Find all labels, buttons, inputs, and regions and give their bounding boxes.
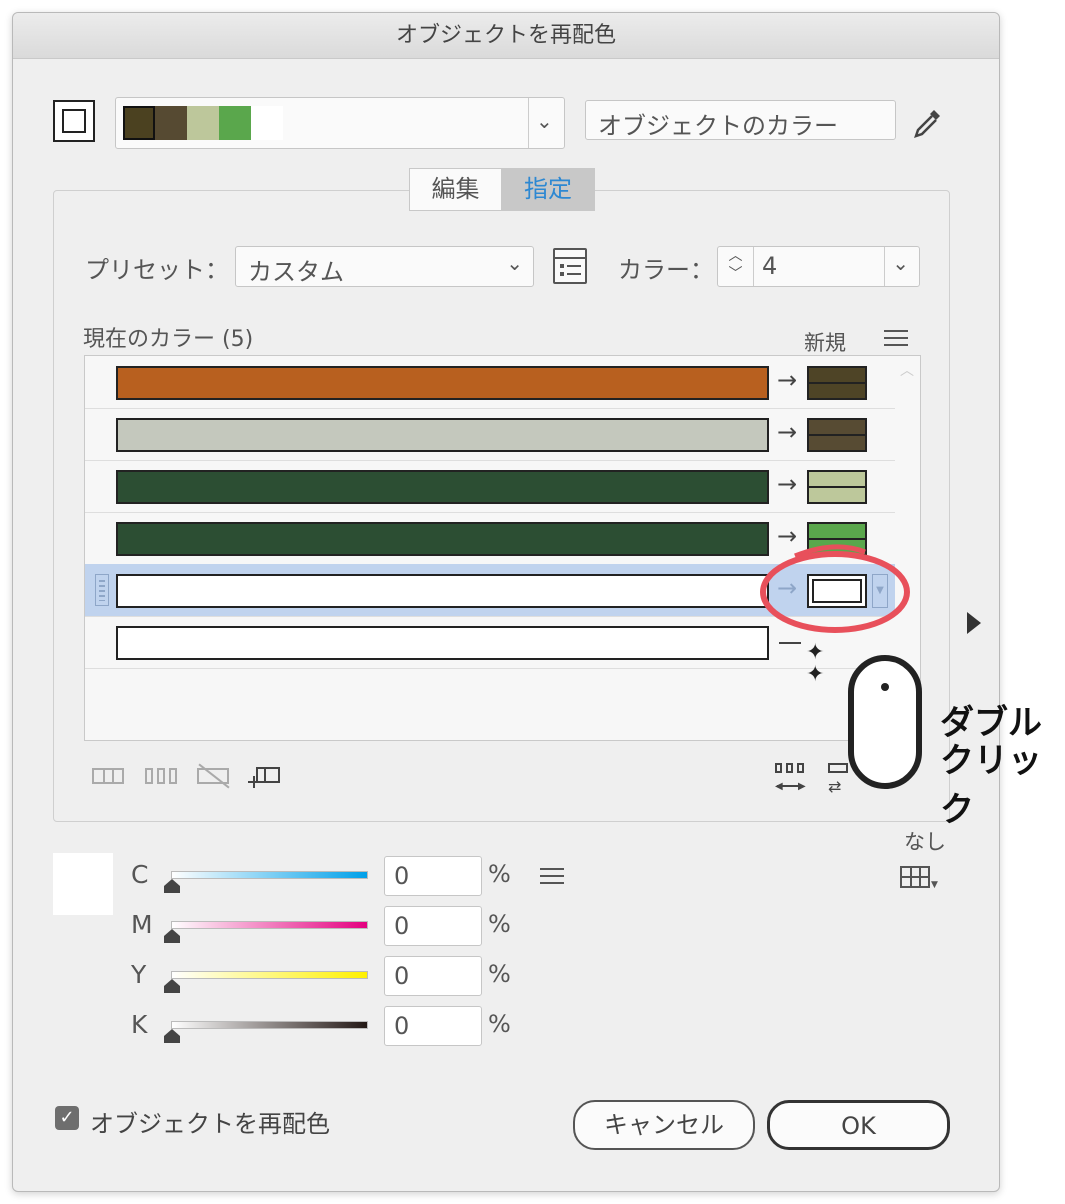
expand-panel-icon[interactable] [967, 612, 981, 634]
annotation-line2: クリック [940, 741, 1042, 830]
group-swatch[interactable] [219, 106, 251, 140]
new-color-swatch[interactable] [807, 366, 867, 400]
menu-icon[interactable] [884, 330, 908, 348]
color-reduction-options-icon[interactable] [553, 248, 587, 284]
group-swatch[interactable] [123, 106, 155, 140]
cmyk-unit: % [488, 1010, 511, 1038]
color-group-swatches [123, 106, 283, 140]
current-color-swatch[interactable] [116, 574, 769, 608]
randomly-change-order-icon[interactable]: ◀ ▶ [773, 763, 809, 795]
chevron-down-icon: ⌄ [506, 251, 523, 275]
slider-menu-icon[interactable] [540, 868, 564, 886]
randomly-change-saturation-icon[interactable]: ⇄ [826, 763, 850, 795]
window-title: オブジェクトを再配色 [13, 13, 999, 59]
arrow-right-icon[interactable]: → [777, 366, 797, 394]
source-field-value: オブジェクトのカラー [598, 112, 838, 140]
color-count-label: カラー： [618, 256, 714, 284]
tab-bar: 編集 指定 [409, 168, 595, 211]
cmyk-slider-track[interactable] [171, 871, 368, 879]
color-count-field[interactable]: ︿ ﹀ 4 ⌄ [717, 246, 920, 287]
cmyk-label: Y [131, 960, 147, 989]
no-assignment-dash-icon [779, 642, 801, 644]
tab-assign[interactable]: 指定 [502, 169, 594, 210]
color-count-value: 4 [762, 252, 778, 280]
new-color-swatch[interactable] [807, 470, 867, 504]
chevron-down-icon: ⌄ [892, 251, 909, 275]
color-count-stepper[interactable]: ︿ ﹀ [718, 247, 754, 286]
annotation-circle [760, 544, 910, 633]
color-group-indicator[interactable] [53, 100, 95, 142]
group-swatch[interactable] [251, 106, 283, 140]
arrow-right-icon[interactable]: → [777, 418, 797, 446]
none-label: なし [904, 830, 946, 854]
cmyk-label: M [131, 910, 153, 939]
exclude-colors-icon[interactable] [197, 762, 231, 790]
cmyk-unit: % [488, 860, 511, 888]
separate-colors-icon[interactable] [145, 765, 179, 787]
preset-dropdown[interactable]: カスタム ⌄ [235, 246, 534, 287]
arrow-right-icon[interactable]: → [777, 470, 797, 498]
eyedropper-icon[interactable] [910, 106, 944, 140]
cmyk-value-field[interactable]: 0 [384, 1006, 482, 1046]
mouse-icon [848, 655, 922, 789]
click-sparkle-icon: ✦ ✦ [806, 640, 825, 687]
cmyk-value: 0 [394, 962, 410, 990]
color-mode-grid-icon[interactable]: ▼ [900, 866, 940, 892]
current-color-swatch[interactable] [116, 522, 769, 556]
cmyk-slider-track[interactable] [171, 921, 368, 929]
cmyk-label: K [131, 1010, 148, 1039]
drag-handle-icon[interactable] [95, 574, 109, 606]
merge-colors-icon[interactable] [92, 765, 126, 787]
group-swatch[interactable] [155, 106, 187, 140]
cancel-button[interactable]: キャンセル [573, 1100, 755, 1150]
color-row[interactable]: → [85, 356, 895, 408]
group-swatch[interactable] [187, 106, 219, 140]
new-row-icon[interactable] [248, 763, 282, 791]
preset-label: プリセット： [85, 256, 229, 284]
cmyk-label: C [131, 860, 149, 889]
cmyk-value: 0 [394, 912, 410, 940]
cmyk-value-field[interactable]: 0 [384, 956, 482, 996]
current-color-swatch[interactable] [116, 470, 769, 504]
color-group-dropdown[interactable]: ⌄ [115, 97, 565, 149]
cmyk-value: 0 [394, 862, 410, 890]
recolor-checkbox[interactable]: ✓ [55, 1106, 79, 1130]
preset-value: カスタム [248, 258, 344, 286]
current-color-swatch[interactable] [116, 366, 769, 400]
cmyk-value: 0 [394, 1012, 410, 1040]
current-color-swatch[interactable] [116, 418, 769, 452]
color-row[interactable]: → [85, 408, 895, 460]
cmyk-unit: % [488, 960, 511, 988]
source-field[interactable]: オブジェクトのカラー [585, 100, 896, 140]
ok-button[interactable]: OK [767, 1100, 950, 1150]
cmyk-unit: % [488, 910, 511, 938]
cmyk-slider-track[interactable] [171, 971, 368, 979]
new-label: 新規 [804, 331, 846, 355]
cmyk-slider-track[interactable] [171, 1021, 368, 1029]
scroll-up-icon[interactable]: ︿ [900, 360, 914, 380]
current-color-swatch[interactable] [116, 626, 769, 660]
color-row[interactable]: → [85, 460, 895, 512]
color-preview [53, 853, 113, 915]
chevron-down-icon: ⌄ [536, 109, 553, 133]
cmyk-value-field[interactable]: 0 [384, 906, 482, 946]
tab-edit[interactable]: 編集 [410, 169, 502, 210]
cmyk-value-field[interactable]: 0 [384, 856, 482, 896]
new-color-swatch[interactable] [807, 418, 867, 452]
current-colors-label: 現在のカラー (5) [83, 327, 254, 352]
recolor-checkbox-label: オブジェクトを再配色 [90, 1110, 330, 1138]
